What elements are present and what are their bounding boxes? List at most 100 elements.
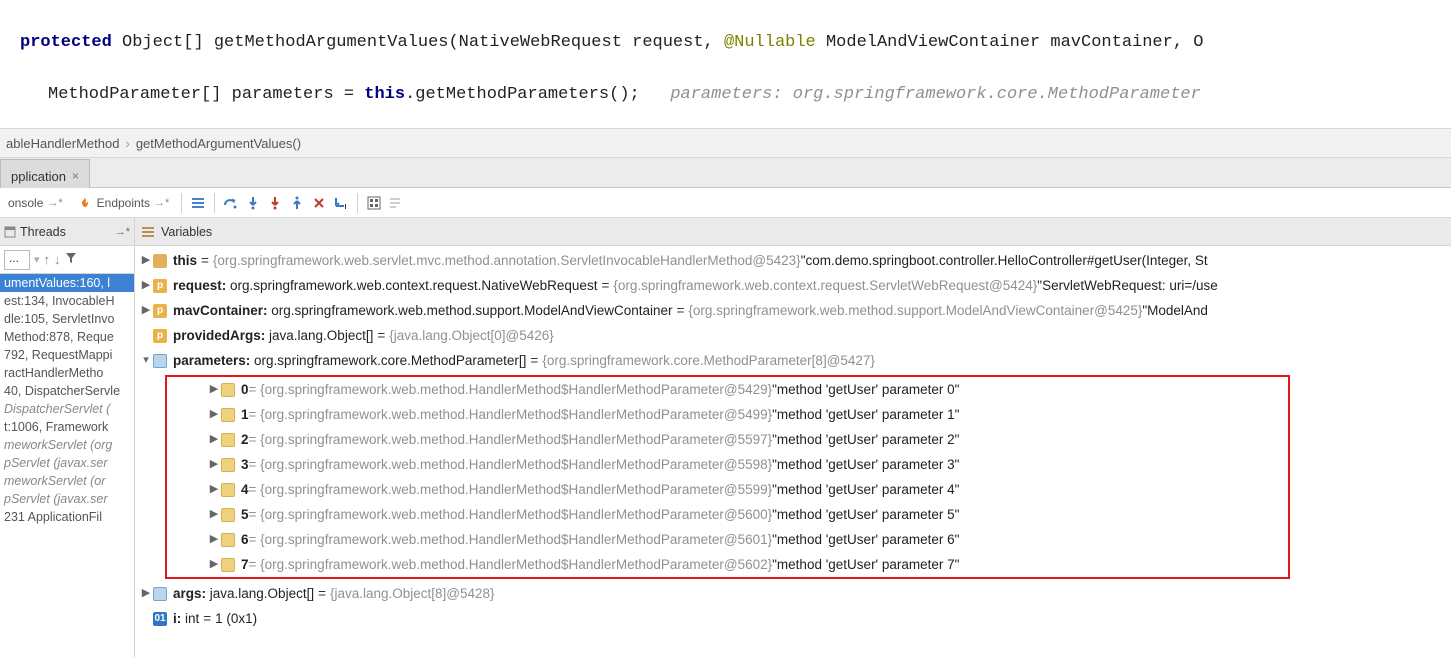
stack-frame[interactable]: pServlet (javax.ser <box>0 454 134 472</box>
expand-icon[interactable]: ▶ <box>207 527 221 552</box>
code-text: .getMethodParameters(); <box>405 85 670 104</box>
stack-frame[interactable]: 40, DispatcherServle <box>0 382 134 400</box>
expand-icon[interactable]: ▶ <box>207 427 221 452</box>
array-element[interactable]: ▶4 = {org.springframework.web.method.Han… <box>167 477 1288 502</box>
array-element[interactable]: ▶2 = {org.springframework.web.method.Han… <box>167 427 1288 452</box>
equals: = <box>673 298 689 323</box>
variables-header: Variables <box>135 218 1451 246</box>
variable-parameters[interactable]: ▾ parameters: org.springframework.core.M… <box>135 348 1451 373</box>
evaluate-expression-icon[interactable] <box>366 195 382 211</box>
var-value-ref: = {org.springframework.web.method.Handle… <box>249 477 773 502</box>
stack-frame[interactable]: meworkServlet (or <box>0 472 134 490</box>
stack-frame[interactable]: pServlet (javax.ser <box>0 490 134 508</box>
var-name: mavContainer: org.springframework.web.me… <box>173 298 673 323</box>
filter-icon[interactable] <box>65 252 77 267</box>
parameter-icon: p <box>153 304 167 318</box>
inline-hint: parameters: org.springframework.core.Met… <box>670 85 1201 104</box>
stack-frame[interactable]: ractHandlerMetho <box>0 364 134 382</box>
var-value-string: "method 'getUser' parameter 6" <box>772 527 959 552</box>
step-over-icon[interactable] <box>223 195 239 211</box>
stack-frame[interactable]: est:134, InvocableH <box>0 292 134 310</box>
step-out-icon[interactable] <box>289 195 305 211</box>
array-element[interactable]: ▶6 = {org.springframework.web.method.Han… <box>167 527 1288 552</box>
thread-list-icon[interactable] <box>190 195 206 211</box>
force-step-into-icon[interactable] <box>267 195 283 211</box>
expand-icon[interactable]: ▶ <box>139 581 153 606</box>
prev-frame-icon[interactable]: ↑ <box>44 252 51 267</box>
array-element[interactable]: ▶3 = {org.springframework.web.method.Han… <box>167 452 1288 477</box>
object-icon <box>221 383 235 397</box>
variable-providedargs[interactable]: ▶ p providedArgs: java.lang.Object[] = {… <box>135 323 1451 348</box>
var-name: args: java.lang.Object[] <box>173 581 314 606</box>
expand-icon[interactable]: ▶ <box>139 273 153 298</box>
expand-icon[interactable]: ▶ <box>139 248 153 273</box>
trace-icon[interactable] <box>388 195 404 211</box>
debug-tab-bar: pplication × <box>0 158 1451 188</box>
breadcrumb-item[interactable]: getMethodArgumentValues() <box>130 136 307 151</box>
close-icon[interactable]: × <box>72 169 79 183</box>
variable-this[interactable]: ▶ this = {org.springframework.web.servle… <box>135 248 1451 273</box>
step-into-icon[interactable] <box>245 195 261 211</box>
var-value-ref: = {org.springframework.web.method.Handle… <box>249 527 773 552</box>
var-name: 3 <box>241 452 249 477</box>
pin-icon: →* <box>115 226 130 238</box>
drop-frame-icon[interactable] <box>311 195 327 211</box>
frames-header: Threads →* <box>0 218 134 246</box>
array-element[interactable]: ▶5 = {org.springframework.web.method.Han… <box>167 502 1288 527</box>
stack-frame[interactable]: 792, RequestMappi <box>0 346 134 364</box>
var-name: 5 <box>241 502 249 527</box>
frames-list[interactable]: umentValues:160, lest:134, InvocableHdle… <box>0 274 134 657</box>
pin-icon: →* <box>47 197 62 209</box>
expand-icon[interactable]: ▶ <box>207 552 221 577</box>
thread-dropdown[interactable]: ... <box>4 250 30 270</box>
breadcrumb[interactable]: ableHandlerMethod › getMethodArgumentVal… <box>0 128 1451 158</box>
array-element[interactable]: ▶1 = {org.springframework.web.method.Han… <box>167 402 1288 427</box>
console-tab-button[interactable]: onsole →* <box>4 191 67 215</box>
frames-controls: ... ▾ ↑ ↓ <box>0 246 134 274</box>
variable-args[interactable]: ▶ args: java.lang.Object[] = {java.lang.… <box>135 581 1451 606</box>
stack-frame[interactable]: Method:878, Reque <box>0 328 134 346</box>
stack-frame[interactable]: umentValues:160, l <box>0 274 134 292</box>
variables-tree[interactable]: ▶ this = {org.springframework.web.servle… <box>135 246 1451 657</box>
collapse-icon[interactable]: ▾ <box>139 348 153 373</box>
variable-request[interactable]: ▶ p request: org.springframework.web.con… <box>135 273 1451 298</box>
var-value-ref: {org.springframework.web.context.request… <box>613 273 1037 298</box>
stack-frame[interactable]: meworkServlet (org <box>0 436 134 454</box>
var-value-ref: {org.springframework.web.servlet.mvc.met… <box>213 248 801 273</box>
tab-application[interactable]: pplication × <box>0 159 90 188</box>
highlighted-parameters-box: ▶0 = {org.springframework.web.method.Han… <box>165 375 1290 579</box>
var-value-string: "com.demo.springboot.controller.HelloCon… <box>801 248 1208 273</box>
endpoints-tab-button[interactable]: Endpoints →* <box>73 191 174 215</box>
separator <box>181 193 182 213</box>
breadcrumb-item[interactable]: ableHandlerMethod <box>0 136 125 151</box>
next-frame-icon[interactable]: ↓ <box>54 252 61 267</box>
frames-header-label: Threads <box>20 225 111 239</box>
stack-frame[interactable]: dle:105, ServletInvo <box>0 310 134 328</box>
var-value-ref: = {org.springframework.web.method.Handle… <box>249 427 773 452</box>
run-to-cursor-icon[interactable] <box>333 195 349 211</box>
expand-icon[interactable]: ▶ <box>207 502 221 527</box>
expand-icon[interactable]: ▶ <box>207 377 221 402</box>
variable-mavcontainer[interactable]: ▶ p mavContainer: org.springframework.we… <box>135 298 1451 323</box>
stack-frame[interactable]: t:1006, Framework <box>0 418 134 436</box>
var-value-ref: {org.springframework.web.method.support.… <box>688 298 1142 323</box>
var-value-ref: = {org.springframework.web.method.Handle… <box>249 377 773 402</box>
var-name: parameters: org.springframework.core.Met… <box>173 348 526 373</box>
expand-icon[interactable]: ▶ <box>139 298 153 323</box>
expand-icon[interactable]: ▶ <box>207 477 221 502</box>
stack-frame[interactable]: DispatcherServlet ( <box>0 400 134 418</box>
pin-icon: →* <box>154 197 169 209</box>
var-value-string: "method 'getUser' parameter 3" <box>772 452 959 477</box>
var-value-string: "ModelAnd <box>1142 298 1208 323</box>
variables-header-label: Variables <box>161 225 212 239</box>
var-value-string: "method 'getUser' parameter 7" <box>772 552 959 577</box>
stack-frame[interactable]: 231 ApplicationFil <box>0 508 134 526</box>
code-editor[interactable]: protected Object[] getMethodArgumentValu… <box>0 0 1451 128</box>
expand-icon[interactable]: ▶ <box>207 402 221 427</box>
dropdown-arrow-icon[interactable]: ▾ <box>34 253 40 266</box>
var-name: 7 <box>241 552 249 577</box>
expand-icon[interactable]: ▶ <box>207 452 221 477</box>
array-element[interactable]: ▶0 = {org.springframework.web.method.Han… <box>167 377 1288 402</box>
array-element[interactable]: ▶7 = {org.springframework.web.method.Han… <box>167 552 1288 577</box>
variable-i[interactable]: ▶ 01 i: int = 1 (0x1) <box>135 606 1451 631</box>
